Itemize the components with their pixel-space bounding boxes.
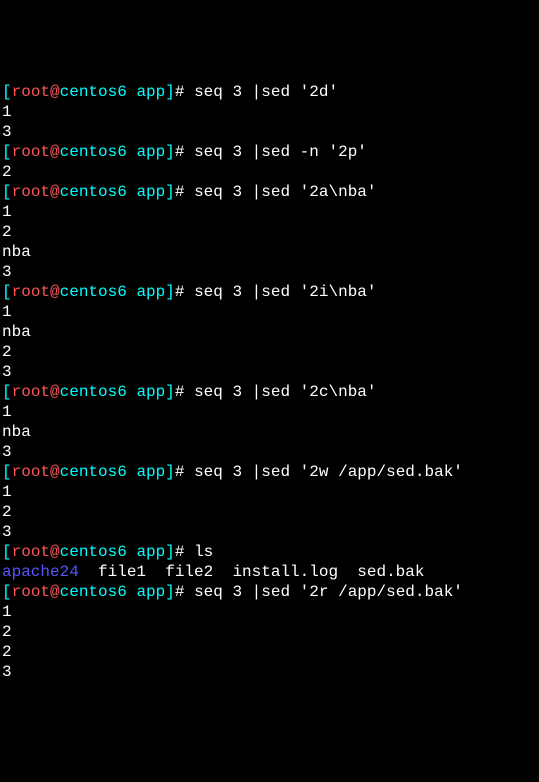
prompt-path: app xyxy=(127,583,165,601)
output-line: 2 xyxy=(2,342,539,362)
prompt-path: app xyxy=(127,383,165,401)
prompt-bracket-open: [ xyxy=(2,383,12,401)
command-text: seq 3 |sed '2w /app/sed.bak' xyxy=(194,463,463,481)
output-line: 2 xyxy=(2,622,539,642)
prompt-at: @ xyxy=(50,183,60,201)
prompt-bracket-open: [ xyxy=(2,543,12,561)
prompt-user: root xyxy=(12,83,50,101)
prompt-bracket-open: [ xyxy=(2,283,12,301)
prompt-host: centos6 xyxy=(60,83,127,101)
prompt-hash: # xyxy=(175,543,194,561)
command-line: [root@centos6 app]# ls xyxy=(2,542,539,562)
prompt-user: root xyxy=(12,583,50,601)
prompt-bracket-close: ] xyxy=(165,463,175,481)
output-line: nba xyxy=(2,242,539,262)
command-text: ls xyxy=(194,543,213,561)
output-line: 3 xyxy=(2,262,539,282)
output-line: 3 xyxy=(2,522,539,542)
prompt-hash: # xyxy=(175,143,194,161)
terminal[interactable]: [root@centos6 app]# seq 3 |sed '2d'13[ro… xyxy=(0,80,539,682)
output-line: 3 xyxy=(2,662,539,682)
prompt-bracket-close: ] xyxy=(165,383,175,401)
prompt-host: centos6 xyxy=(60,143,127,161)
prompt-user: root xyxy=(12,463,50,481)
prompt-bracket-close: ] xyxy=(165,283,175,301)
prompt-host: centos6 xyxy=(60,383,127,401)
prompt-bracket-open: [ xyxy=(2,463,12,481)
output-line: nba xyxy=(2,422,539,442)
command-line: [root@centos6 app]# seq 3 |sed '2i\nba' xyxy=(2,282,539,302)
prompt-user: root xyxy=(12,383,50,401)
prompt-at: @ xyxy=(50,543,60,561)
command-line: [root@centos6 app]# seq 3 |sed '2r /app/… xyxy=(2,582,539,602)
prompt-host: centos6 xyxy=(60,583,127,601)
output-line: 3 xyxy=(2,122,539,142)
output-line: 1 xyxy=(2,102,539,122)
prompt-bracket-close: ] xyxy=(165,583,175,601)
prompt-bracket-open: [ xyxy=(2,83,12,101)
prompt-at: @ xyxy=(50,463,60,481)
output-line: 3 xyxy=(2,442,539,462)
output-line: 1 xyxy=(2,482,539,502)
command-text: seq 3 |sed '2i\nba' xyxy=(194,283,376,301)
prompt-hash: # xyxy=(175,183,194,201)
command-line: [root@centos6 app]# seq 3 |sed -n '2p' xyxy=(2,142,539,162)
command-text: seq 3 |sed '2a\nba' xyxy=(194,183,376,201)
command-line: [root@centos6 app]# seq 3 |sed '2c\nba' xyxy=(2,382,539,402)
prompt-at: @ xyxy=(50,283,60,301)
command-text: seq 3 |sed '2c\nba' xyxy=(194,383,376,401)
ls-output-line: apache24 file1 file2 install.log sed.bak xyxy=(2,562,539,582)
prompt-bracket-open: [ xyxy=(2,143,12,161)
prompt-host: centos6 xyxy=(60,463,127,481)
prompt-path: app xyxy=(127,83,165,101)
output-line: 1 xyxy=(2,302,539,322)
prompt-bracket-close: ] xyxy=(165,83,175,101)
directory-name: apache24 xyxy=(2,563,79,581)
command-text: seq 3 |sed '2r /app/sed.bak' xyxy=(194,583,463,601)
prompt-hash: # xyxy=(175,283,194,301)
command-text: seq 3 |sed -n '2p' xyxy=(194,143,367,161)
output-line: 2 xyxy=(2,162,539,182)
prompt-bracket-close: ] xyxy=(165,183,175,201)
prompt-at: @ xyxy=(50,143,60,161)
prompt-host: centos6 xyxy=(60,543,127,561)
output-line: 1 xyxy=(2,202,539,222)
prompt-host: centos6 xyxy=(60,283,127,301)
prompt-path: app xyxy=(127,543,165,561)
prompt-at: @ xyxy=(50,83,60,101)
output-line: 2 xyxy=(2,222,539,242)
output-line: 2 xyxy=(2,642,539,662)
command-line: [root@centos6 app]# seq 3 |sed '2d' xyxy=(2,82,539,102)
prompt-path: app xyxy=(127,283,165,301)
prompt-path: app xyxy=(127,463,165,481)
prompt-path: app xyxy=(127,143,165,161)
output-line: 2 xyxy=(2,502,539,522)
prompt-bracket-close: ] xyxy=(165,543,175,561)
prompt-user: root xyxy=(12,143,50,161)
command-line: [root@centos6 app]# seq 3 |sed '2w /app/… xyxy=(2,462,539,482)
output-line: nba xyxy=(2,322,539,342)
prompt-hash: # xyxy=(175,383,194,401)
prompt-hash: # xyxy=(175,583,194,601)
prompt-path: app xyxy=(127,183,165,201)
ls-files: file1 file2 install.log sed.bak xyxy=(79,563,425,581)
prompt-bracket-close: ] xyxy=(165,143,175,161)
command-text: seq 3 |sed '2d' xyxy=(194,83,338,101)
prompt-at: @ xyxy=(50,383,60,401)
output-line: 1 xyxy=(2,602,539,622)
prompt-hash: # xyxy=(175,463,194,481)
prompt-at: @ xyxy=(50,583,60,601)
prompt-user: root xyxy=(12,283,50,301)
prompt-bracket-open: [ xyxy=(2,583,12,601)
prompt-user: root xyxy=(12,543,50,561)
output-line: 3 xyxy=(2,362,539,382)
prompt-bracket-open: [ xyxy=(2,183,12,201)
prompt-user: root xyxy=(12,183,50,201)
prompt-hash: # xyxy=(175,83,194,101)
command-line: [root@centos6 app]# seq 3 |sed '2a\nba' xyxy=(2,182,539,202)
output-line: 1 xyxy=(2,402,539,422)
prompt-host: centos6 xyxy=(60,183,127,201)
